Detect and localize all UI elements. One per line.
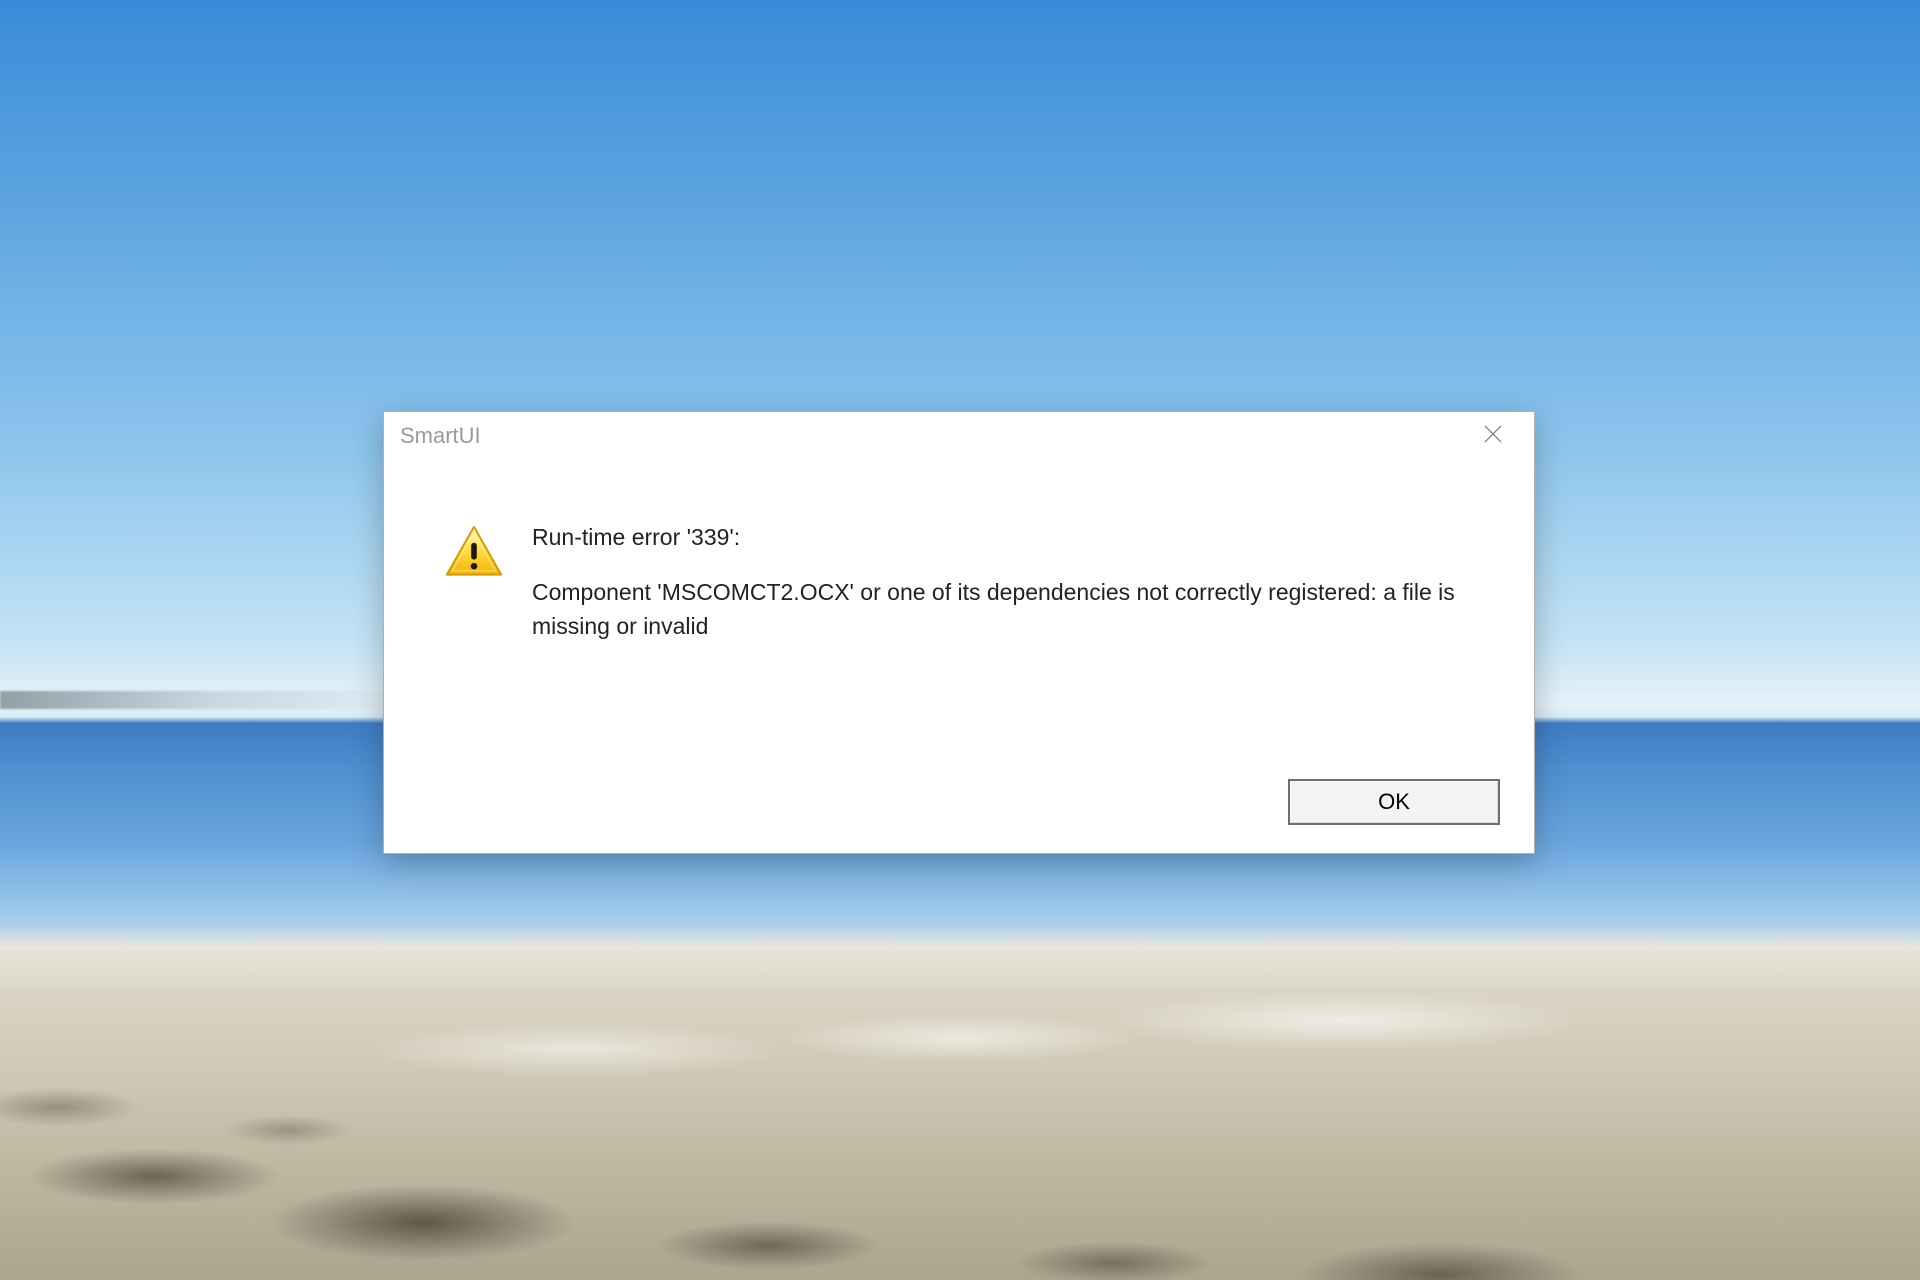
close-icon [1484, 425, 1502, 448]
close-button[interactable] [1470, 420, 1516, 452]
dialog-body: Run-time error '339': Component 'MSCOMCT… [384, 460, 1534, 779]
dialog-titlebar[interactable]: SmartUI [384, 412, 1534, 460]
dialog-footer: OK [384, 779, 1534, 853]
dialog-message: Run-time error '339': Component 'MSCOMCT… [532, 520, 1484, 769]
error-dialog: SmartUI Ru [383, 411, 1535, 854]
error-body: Component 'MSCOMCT2.OCX' or one of its d… [532, 575, 1484, 644]
ok-button[interactable]: OK [1288, 779, 1500, 825]
warning-icon [444, 524, 504, 579]
error-heading: Run-time error '339': [532, 520, 1484, 555]
dialog-title: SmartUI [400, 423, 481, 449]
